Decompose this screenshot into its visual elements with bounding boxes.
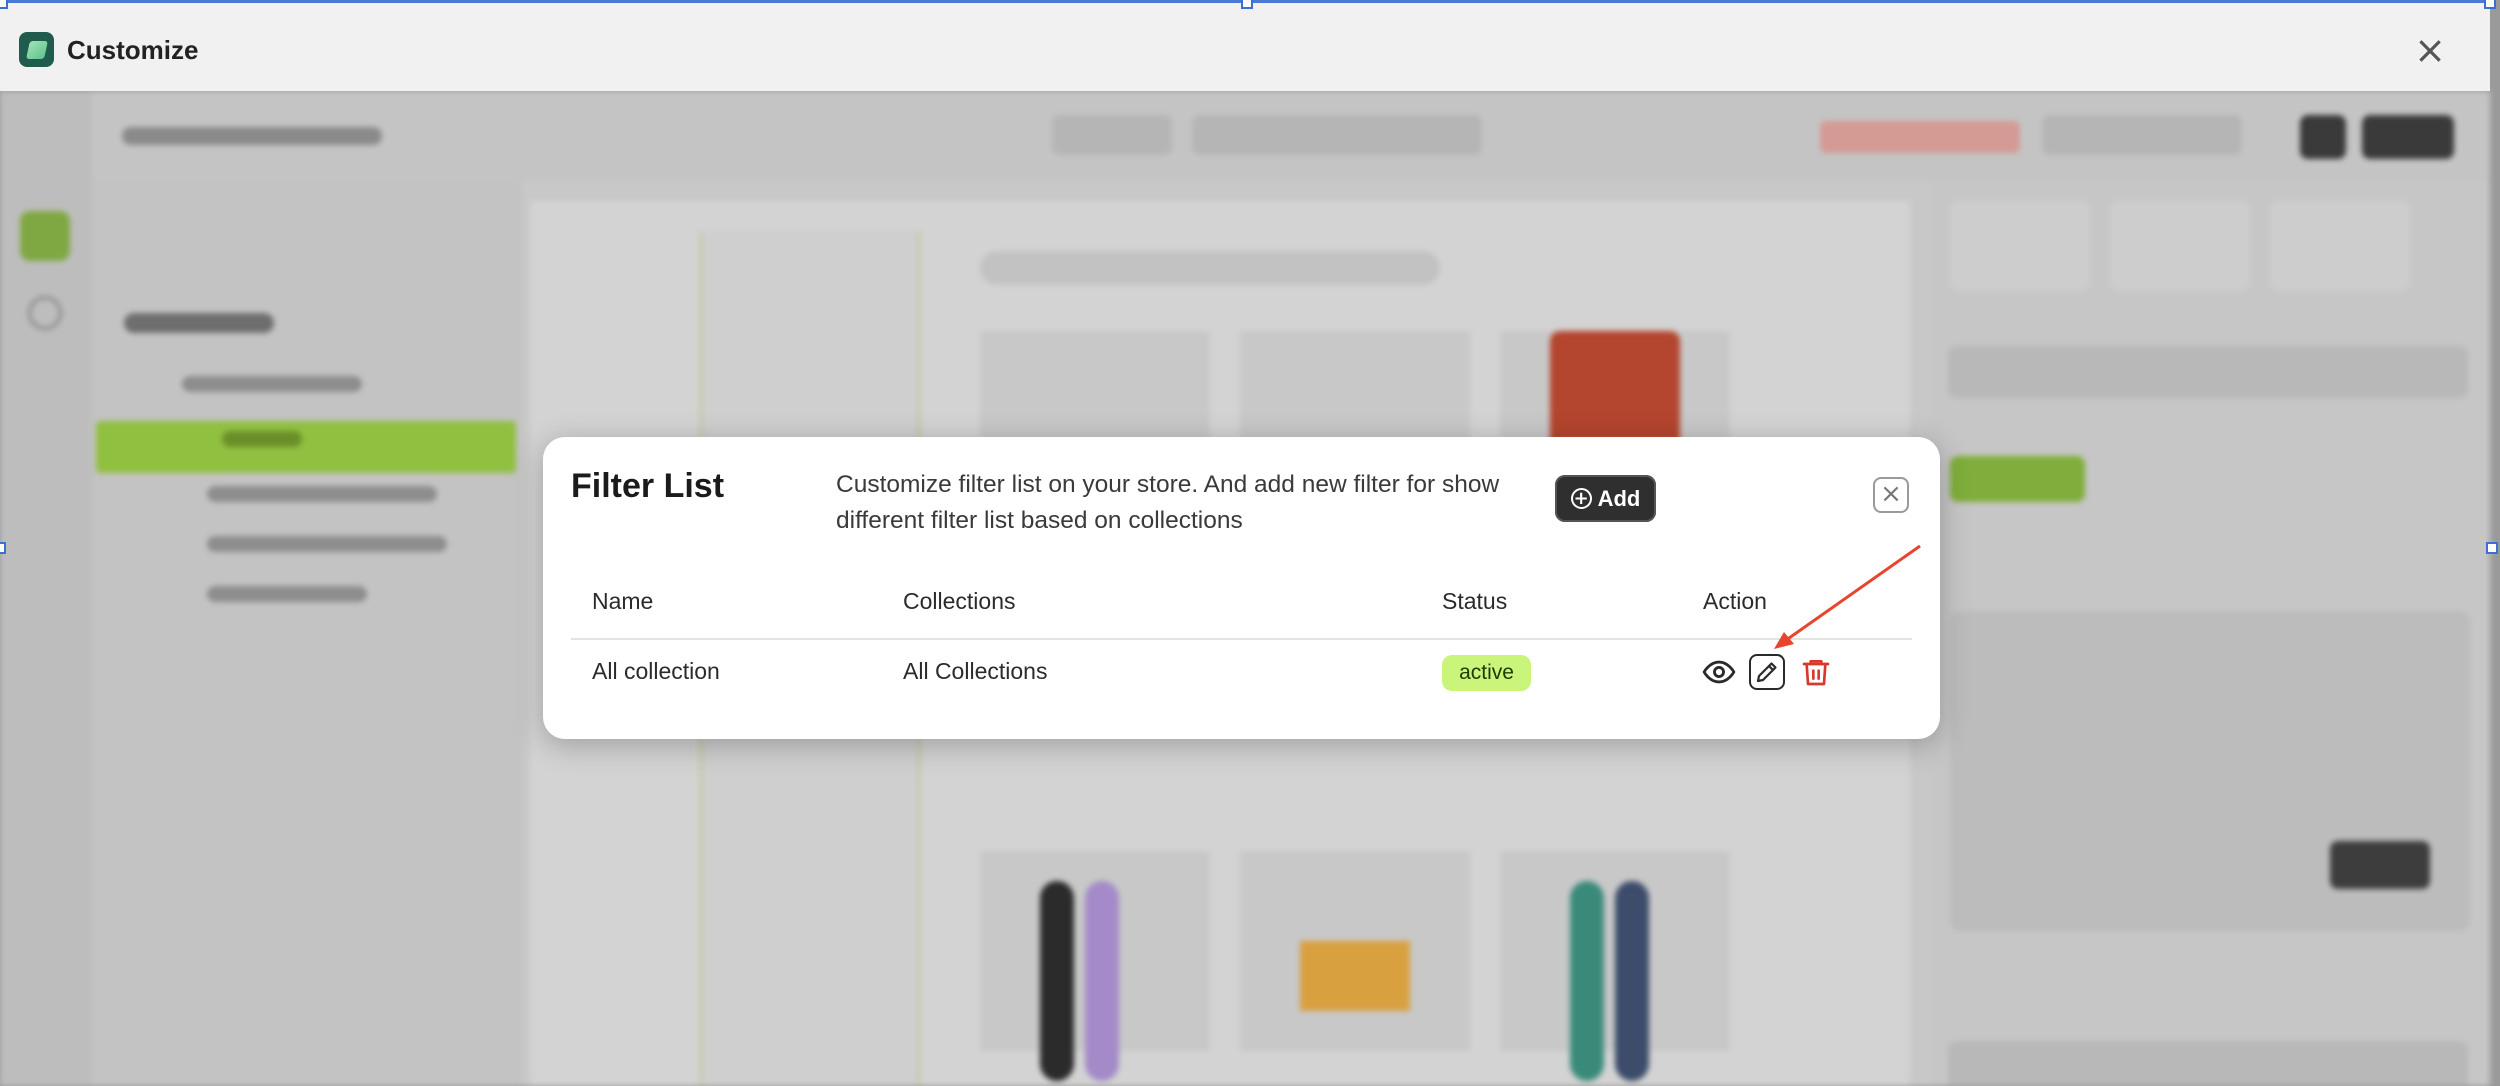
modal-description: Customize filter list on your store. And… (836, 471, 1500, 534)
annotation-arrow (1774, 544, 1921, 649)
row-collections: All Collections (903, 658, 1048, 684)
column-header-collections: Collections (903, 588, 1016, 614)
editor-elements-panel (92, 181, 522, 1086)
app-logo-icon (19, 32, 54, 67)
resize-handle-top-left[interactable] (0, 0, 8, 9)
window-title: Customize (67, 35, 199, 65)
rail-elements-icon (20, 211, 70, 261)
status-badge: active (1442, 655, 1531, 691)
editor-side-rail (0, 91, 92, 1086)
editor-settings-panel (1930, 181, 2490, 1086)
table-header-divider (571, 638, 1912, 640)
column-header-name: Name (592, 588, 654, 614)
row-name: All collection (592, 658, 720, 684)
window-close-icon[interactable]: × (2410, 31, 2450, 71)
add-filter-button[interactable]: + Add (1555, 475, 1656, 522)
modal-close-button[interactable]: × (1873, 477, 1909, 513)
column-header-status: Status (1442, 588, 1508, 614)
rail-settings-icon (28, 296, 62, 330)
window-title-bar: Customize × (0, 0, 2490, 91)
editor-top-bar (92, 91, 2490, 181)
resize-handle-top-right[interactable] (2484, 0, 2496, 9)
column-header-action: Action (1703, 588, 1767, 614)
customize-window: Customize × Filter List Customize filter… (0, 0, 2500, 1086)
resize-handle-middle-right[interactable] (2486, 542, 2498, 554)
resize-handle-middle-left[interactable] (0, 542, 6, 554)
plus-circle-icon: + (1570, 488, 1592, 509)
filter-list-modal: Filter List Customize filter list on you… (543, 437, 1940, 739)
add-button-label: Add (1597, 485, 1641, 511)
eye-icon[interactable] (1701, 654, 1737, 690)
resize-handle-top-center[interactable] (1241, 0, 1253, 9)
modal-title: Filter List (571, 467, 725, 505)
